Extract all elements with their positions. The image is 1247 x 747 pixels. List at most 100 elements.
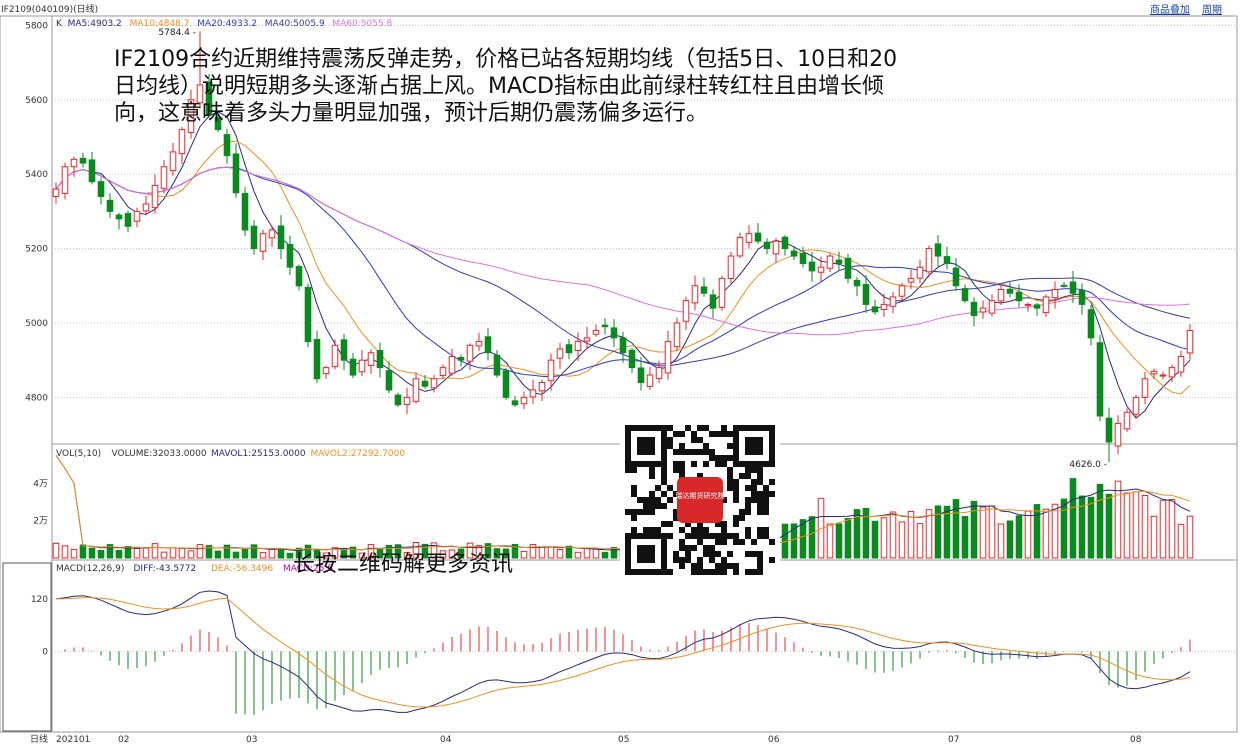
volume-bar [268,548,276,559]
volume-bar [1015,515,1023,559]
qr-module [757,509,763,515]
candle-up [466,344,474,362]
qr-module [721,431,727,437]
contract-header: IF2109(040109)(日线) [1,5,99,15]
price-tick-label: 5800 [25,21,48,31]
candle-down [457,357,465,361]
qr-module [703,443,709,449]
qr-module [679,431,685,437]
qr-module [745,503,751,509]
qr-module [715,533,721,539]
candle-down [1069,281,1077,294]
qr-module [667,569,673,575]
volume-bar [1186,515,1194,559]
candle-down [961,288,969,302]
qr-module [709,569,715,575]
candle-up [1186,329,1194,354]
candle-down [835,259,843,264]
qr-module [763,527,769,533]
qr-module [649,473,655,479]
candle-down [286,244,294,268]
price-tick-label: 5000 [25,319,48,329]
candle-up [52,188,60,198]
qr-module [679,563,685,569]
candle-up [520,396,528,405]
volume-bar [997,523,1005,559]
candle-down [97,181,105,198]
qr-module [709,545,715,551]
qr-module [715,455,721,461]
volume-bar [925,509,933,559]
qr-module [661,473,667,479]
volume-bar [169,547,177,559]
qr-module [673,461,679,467]
candle-down [862,283,870,305]
qr-module [733,479,739,485]
volume-bar [556,548,564,559]
qr-module [667,533,673,539]
qr-module [745,551,751,557]
qr-module [679,467,685,473]
qr-module [697,449,703,455]
qr-module [691,545,697,551]
qr-finder-core [637,437,655,455]
qr-module [703,533,709,539]
qr-module [721,425,727,431]
qr-module [661,479,667,485]
candle-up [817,266,825,273]
qr-module [709,431,715,437]
candle-up [133,210,141,222]
qr-finder-core [745,437,763,455]
qr-module [727,563,733,569]
macd-tick-label: 120 [31,595,48,605]
price-legend-item: MA5:4903.2 [68,19,122,29]
overlay-commodity-link[interactable]: 商品叠加 [1150,1,1190,16]
volume-bar [601,551,609,559]
qr-module [757,491,763,497]
candle-up [547,359,555,382]
candle-down [853,279,861,287]
qr-module [757,533,763,539]
qr-module [649,497,655,503]
candle-up [1159,374,1167,377]
volume-bar [988,505,996,559]
volume-bar [520,550,528,559]
volume-bar [214,550,222,559]
qr-module [703,449,709,455]
candle-up [907,277,915,283]
qr-module [691,437,697,443]
volume-bar [844,517,852,559]
candle-up [727,255,735,280]
qr-code[interactable]: 瑞达期货研究院 [620,420,780,580]
qr-module [631,527,637,533]
qr-module [757,551,763,557]
qr-module [769,491,775,497]
qr-module [727,467,733,473]
candle-down [340,339,348,361]
candle-up [1168,367,1176,378]
period-link[interactable]: 周期 [1202,1,1222,16]
candle-down [1033,304,1041,309]
qr-module [733,563,739,569]
qr-module [691,449,697,455]
volume-bar [70,548,78,559]
qr-module [691,431,697,437]
candle-up [691,285,699,304]
candle-up [169,151,177,172]
candle-down [277,225,285,250]
candle-up [448,355,456,374]
qr-module [631,515,637,521]
qr-module [703,527,709,533]
qr-module [751,485,757,491]
qr-module [637,509,643,515]
candle-up [997,289,1005,302]
candle-down [88,159,96,183]
volume-bar [1132,491,1140,559]
qr-module [727,533,733,539]
qr-module [751,491,757,497]
qr-module [625,509,631,515]
qr-module [697,533,703,539]
candle-up [646,374,654,387]
qr-module [703,569,709,575]
candle-down [952,267,960,287]
